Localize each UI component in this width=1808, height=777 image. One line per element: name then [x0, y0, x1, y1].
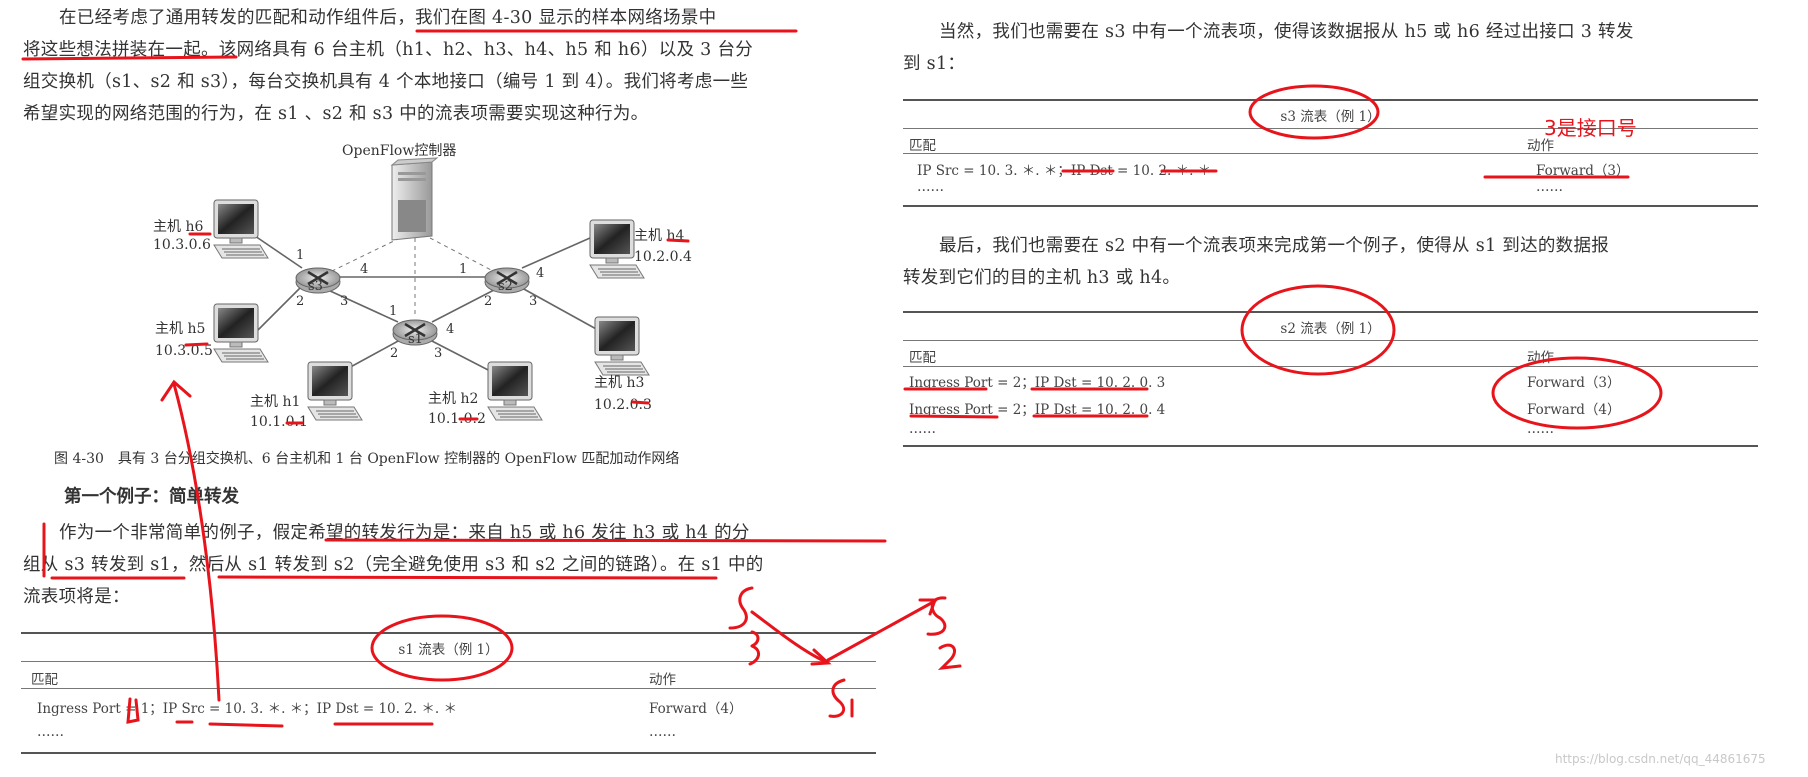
port-number: 1 — [389, 304, 398, 319]
text-line: 转发到它们的目的主机 h3 或 h4。 — [903, 268, 1181, 288]
table-cell: …… — [649, 724, 676, 740]
table-cell: …… — [37, 724, 64, 740]
s3-paragraph: 当然，我们也需要在 s3 中有一个流表项，使得该数据报从 h5 或 h6 经过出… — [903, 16, 1634, 80]
s2-paragraph: 最后，我们也需要在 s2 中有一个流表项来完成第一个例子，使得从 s1 到达的数… — [903, 230, 1609, 294]
table-cell: …… — [909, 421, 936, 437]
port-number: 1 — [459, 262, 468, 277]
port-number: 3 — [434, 346, 443, 361]
table-cell: …… — [917, 179, 944, 195]
table-cell: Forward（4） — [1527, 402, 1621, 418]
text-line: 最后，我们也需要在 s2 中有一个流表项来完成第一个例子，使得从 s1 到达的数… — [939, 236, 1610, 256]
host-h5-label: 主机 h5 10.3.0.5 — [155, 321, 213, 359]
host-h6-icon — [213, 199, 269, 259]
port-number: 3 — [529, 294, 538, 309]
column-header-action: 动作 — [1527, 350, 1554, 366]
host-h3-icon — [594, 316, 650, 376]
s2-flow-table: s2 流表（例 1） 匹配 动作 Ingress Port = 2；IP Dst… — [903, 311, 1758, 447]
table-cell: Forward（3） — [1536, 163, 1630, 179]
host-h1-label: 主机 h1 10.1.0.1 — [250, 394, 308, 430]
table-cell: Ingress Port = 1；IP Src = 10. 3. ＊. ＊；IP… — [37, 701, 457, 717]
host-h5-icon — [213, 303, 269, 363]
column-header-match: 匹配 — [31, 672, 58, 688]
text-line: 作为一个非常简单的例子，假定希望的转发行为是：来自 h5 或 h6 发往 h3 … — [59, 523, 750, 543]
host-h3-label: 主机 h3 10.2.0.3 — [594, 375, 652, 413]
table-cell: Ingress Port = 2；IP Dst = 10. 2. 0. 3 — [909, 375, 1166, 391]
port-number: 2 — [390, 346, 399, 361]
port-number: 1 — [296, 248, 305, 263]
host-h4-label: 主机 h4 10.2.0.4 — [634, 228, 692, 265]
host-h6-label: 主机 h6 10.3.0.6 — [153, 219, 211, 253]
network-diagram — [213, 157, 650, 421]
host-h2-icon — [487, 361, 543, 421]
port-number: 2 — [484, 294, 493, 309]
port-number: 3 — [340, 294, 349, 309]
table-cell: …… — [1527, 421, 1554, 437]
switch-label: s1 — [408, 332, 423, 347]
s1-flow-table: s1 流表（例 1） 匹配 动作 Ingress Port = 1；IP Src… — [21, 632, 876, 754]
host-h1-icon — [307, 361, 363, 421]
watermark: https://blog.csdn.net/qq_44861675 — [1555, 752, 1766, 766]
handwritten-note: 3是接口号 — [1544, 116, 1637, 140]
port-number: 4 — [446, 322, 455, 337]
column-header-action: 动作 — [649, 672, 676, 688]
switch-label: s2 — [498, 279, 513, 294]
table-caption: s1 流表（例 1） — [398, 642, 499, 658]
controller-label: OpenFlow控制器 — [342, 143, 457, 159]
table-caption: s2 流表（例 1） — [1280, 321, 1381, 337]
text-line: 组从 s3 转发到 s1，然后从 s1 转发到 s2（完全避免使用 s3 和 s… — [23, 555, 764, 575]
port-number: 4 — [536, 266, 545, 281]
host-h2-label: 主机 h2 10.1.0.2 — [428, 391, 486, 427]
table-cell: IP Src = 10. 3. ＊. ＊；IP Dst = 10. 2. ＊. … — [917, 163, 1212, 179]
column-header-match: 匹配 — [909, 138, 936, 154]
table-cell: …… — [1536, 179, 1563, 195]
table-cell: Forward（3） — [1527, 375, 1621, 391]
port-number: 4 — [360, 262, 369, 277]
text-line: 到 s1： — [903, 54, 966, 74]
section-heading: 第一个例子：简单转发 — [64, 487, 239, 507]
switch-label: s3 — [308, 279, 323, 294]
text-line: 当然，我们也需要在 s3 中有一个流表项，使得该数据报从 h5 或 h6 经过出… — [939, 22, 1634, 42]
controller-server-icon — [390, 157, 439, 241]
text-line: 流表项将是： — [23, 587, 130, 607]
figure-caption: 图 4-30 具有 3 台分组交换机、6 台主机和 1 台 OpenFlow 控… — [54, 451, 680, 467]
table-cell: Ingress Port = 2；IP Dst = 10. 2. 0. 4 — [909, 402, 1166, 418]
column-header-match: 匹配 — [909, 350, 936, 366]
port-number: 2 — [296, 294, 305, 309]
example-paragraph: 作为一个非常简单的例子，假定希望的转发行为是：来自 h5 或 h6 发往 h3 … — [23, 517, 764, 613]
table-cell: Forward（4） — [649, 701, 743, 717]
